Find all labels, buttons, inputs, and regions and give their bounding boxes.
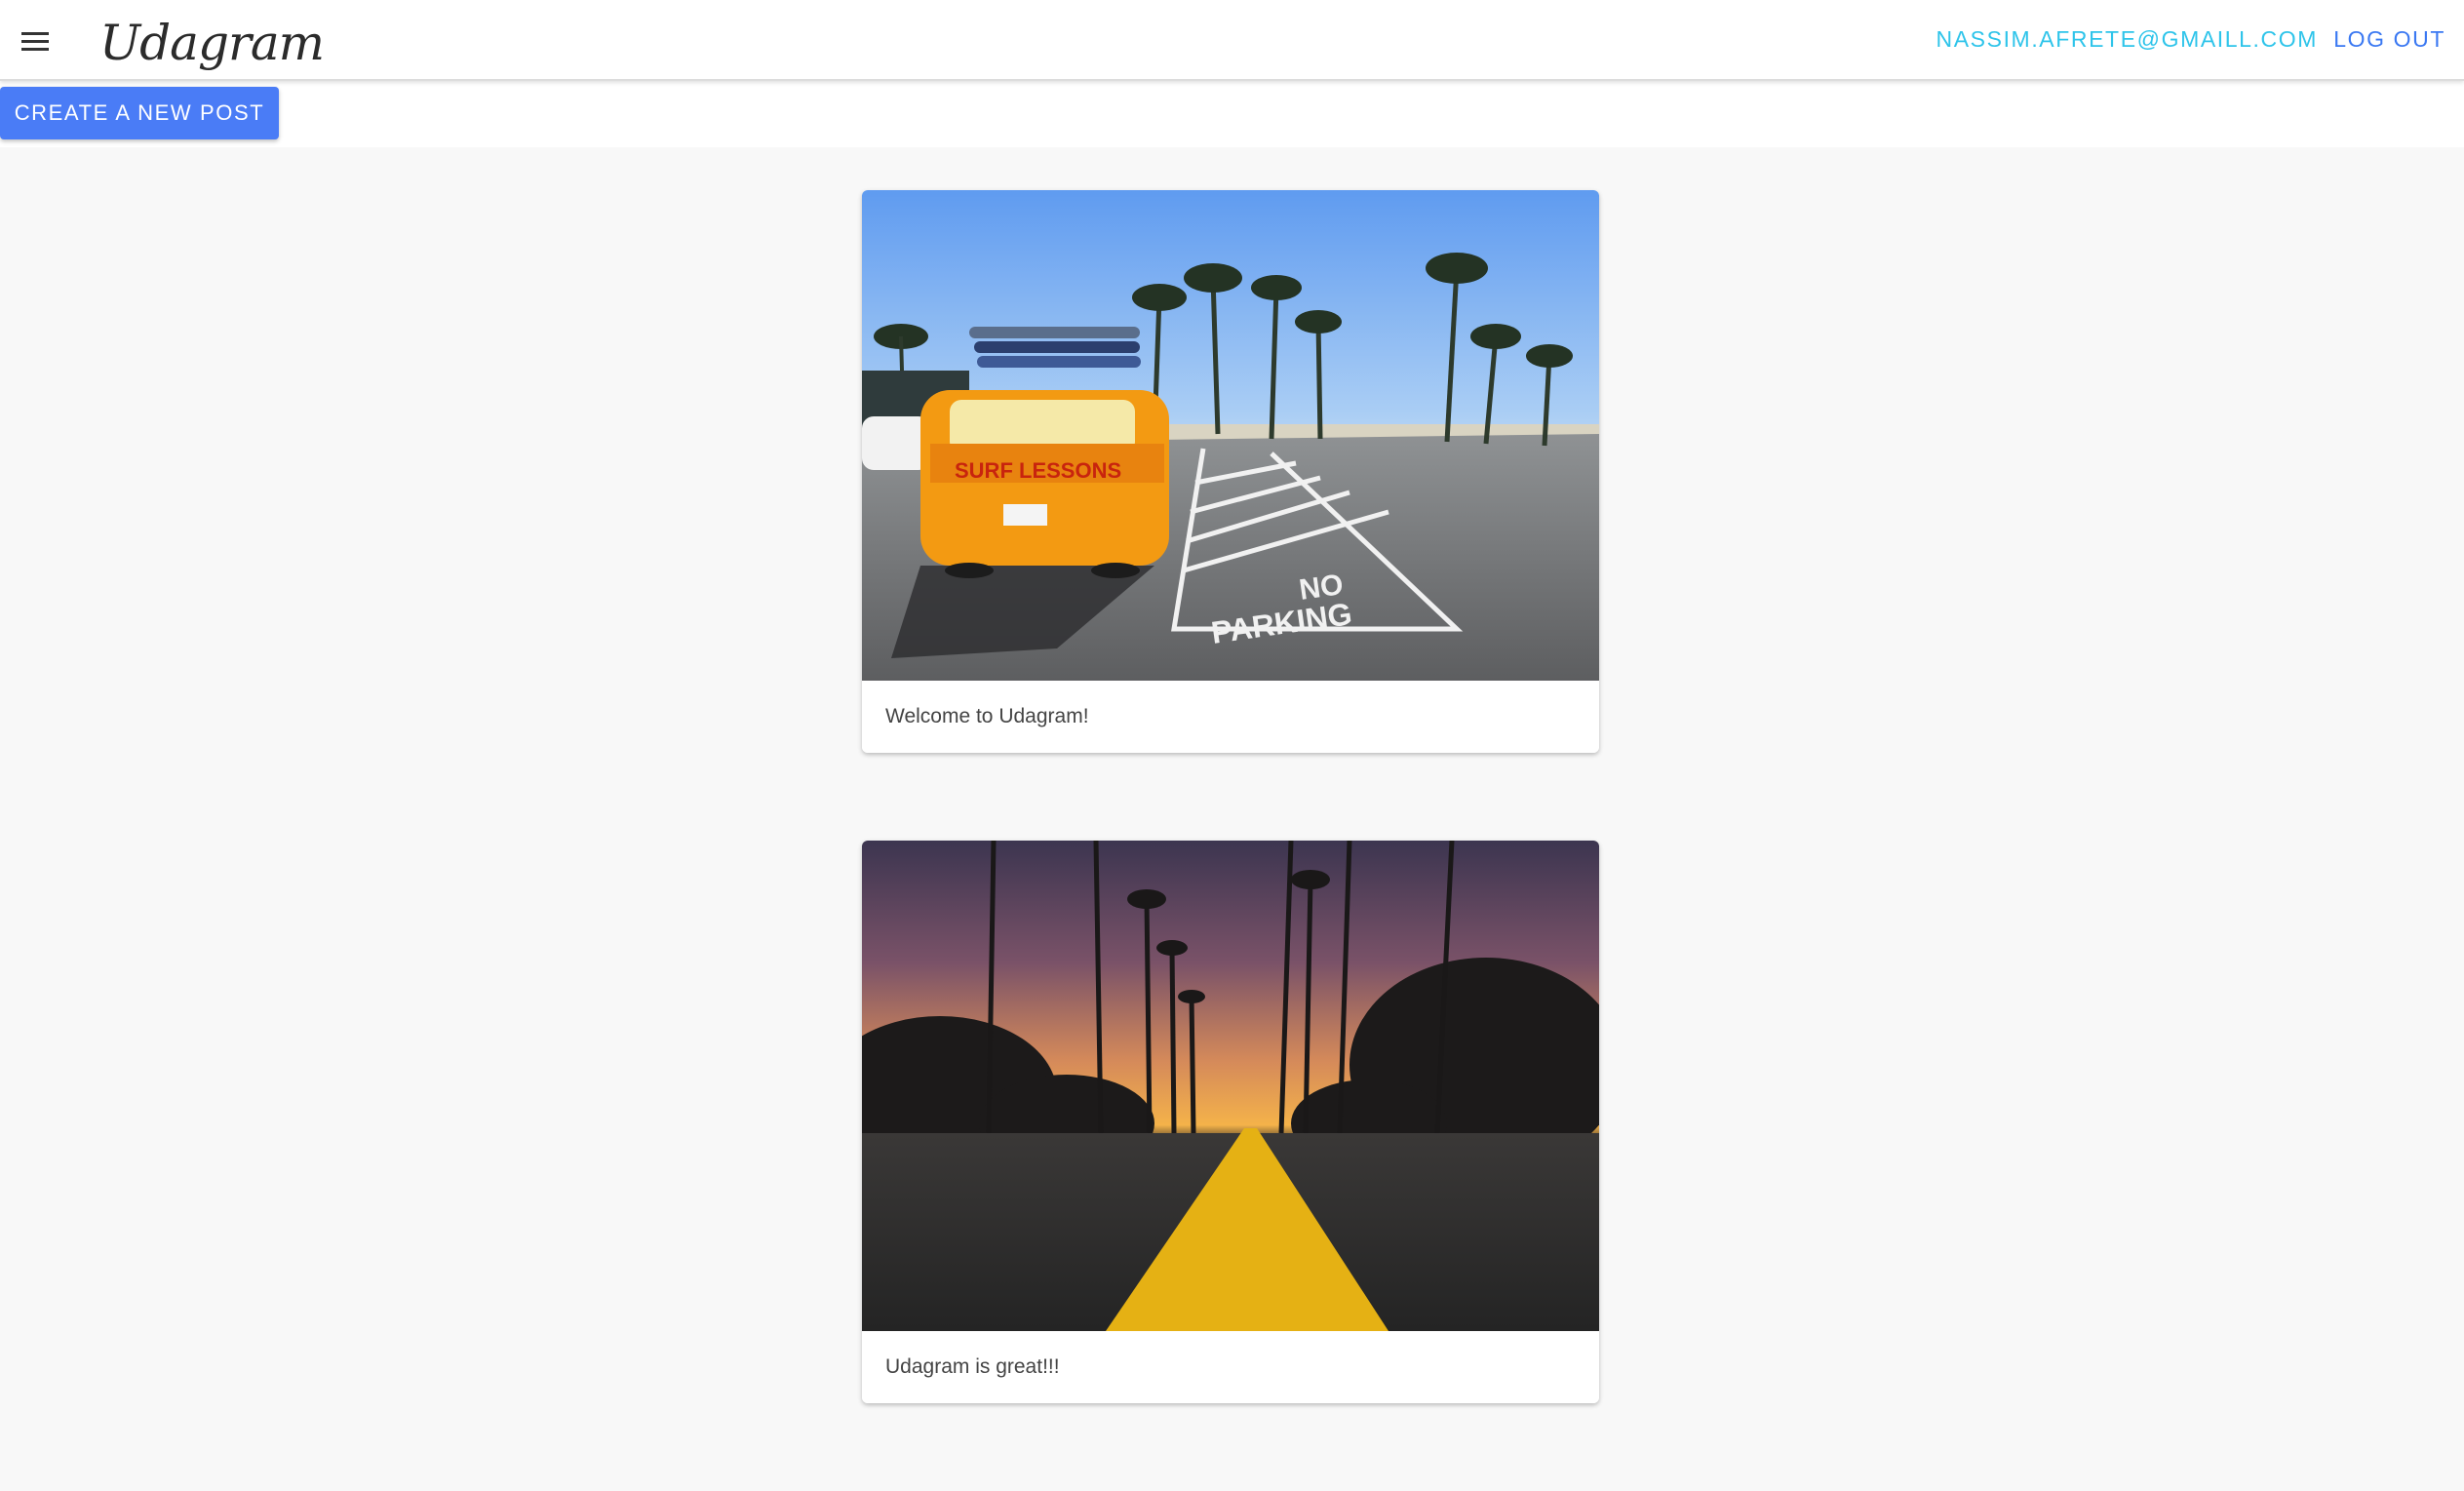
user-email-link[interactable]: NASSIM.AFRETE@GMAILL.COM	[1936, 26, 2318, 53]
post-caption: Udagram is great!!!	[862, 1331, 1599, 1403]
post-caption: Welcome to Udagram!	[862, 681, 1599, 753]
menu-button[interactable]	[12, 18, 59, 64]
action-bar: CREATE A NEW POST	[0, 81, 2464, 147]
svg-text:SURF LESSONS: SURF LESSONS	[955, 458, 1121, 483]
hamburger-menu-icon	[21, 32, 49, 51]
create-post-button[interactable]: CREATE A NEW POST	[0, 87, 279, 139]
top-toolbar: Udagram NASSIM.AFRETE@GMAILL.COM LOG OUT	[0, 0, 2464, 81]
post-image-sunset-road[interactable]	[862, 841, 1599, 1331]
post-image-beach[interactable]: NO PARKING SURF LESSONS	[862, 190, 1599, 681]
logout-button[interactable]: LOG OUT	[2333, 26, 2445, 53]
post-card: Udagram is great!!!	[862, 841, 1599, 1403]
post-feed: NO PARKING SURF LESSONS Welcome to Udagr…	[862, 190, 1599, 1491]
post-card: NO PARKING SURF LESSONS Welcome to Udagr…	[862, 190, 1599, 753]
app-logo[interactable]: Udagram	[99, 8, 325, 78]
